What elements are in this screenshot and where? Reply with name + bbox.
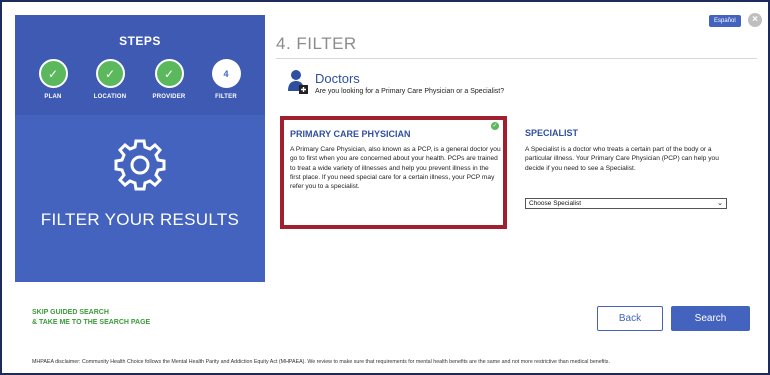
step-provider-circle: ✓ [154, 59, 184, 88]
doctors-subtitle: Are you looking for a Primary Care Physi… [315, 88, 505, 95]
back-button[interactable]: Back [597, 306, 663, 331]
disclaimer-text: MHPAEA disclaimer: Community Health Choi… [32, 359, 610, 365]
specialist-title[interactable]: SPECIALIST [525, 128, 578, 138]
step-location[interactable]: ✓ LOCATION [80, 59, 140, 100]
close-icon[interactable]: × [748, 13, 762, 27]
step-location-circle: ✓ [95, 59, 125, 88]
header-divider [276, 58, 757, 59]
step-provider-label: PROVIDER [152, 94, 186, 100]
step-filter-label: FILTER [215, 94, 237, 100]
gear-icon [110, 135, 170, 195]
selected-check-icon: ✓ [491, 122, 499, 130]
language-toggle-button[interactable]: Español [709, 15, 741, 27]
specialist-description: A Specialist is a doctor who treats a ce… [525, 146, 719, 172]
skip-line-1: SKIP GUIDED SEARCH [32, 309, 109, 316]
chevron-down-icon: ⌄ [717, 200, 723, 207]
doctor-icon [287, 69, 309, 95]
skip-line-2: & TAKE ME TO THE SEARCH PAGE [32, 319, 151, 326]
pcp-description: A Primary Care Physician, also known as … [290, 146, 501, 191]
check-icon: ✓ [104, 66, 116, 81]
panel-caption: FILTER YOUR RESULTS [40, 210, 240, 229]
specialist-select[interactable]: Choose Specialist ⌄ [525, 198, 727, 209]
step-filter-circle: 4 [211, 59, 241, 88]
pcp-title: PRIMARY CARE PHYSICIAN [290, 129, 411, 139]
step-filter[interactable]: 4 FILTER [196, 59, 256, 100]
steps-title: STEPS [119, 34, 161, 48]
check-icon: ✓ [47, 66, 59, 81]
steps-panel: STEPS ✓ PLAN ✓ LOCATION ✓ PROVIDER 4 FIL… [15, 15, 265, 282]
check-icon: ✓ [163, 66, 175, 81]
pcp-option-card[interactable]: ✓ PRIMARY CARE PHYSICIAN A Primary Care … [280, 116, 507, 229]
app-frame: STEPS ✓ PLAN ✓ LOCATION ✓ PROVIDER 4 FIL… [0, 0, 770, 375]
skip-guided-search-link[interactable]: SKIP GUIDED SEARCH & TAKE ME TO THE SEAR… [32, 308, 150, 328]
page-title: 4. FILTER [276, 34, 357, 53]
specialist-select-value: Choose Specialist [529, 200, 582, 207]
step-plan[interactable]: ✓ PLAN [23, 59, 83, 100]
step-provider[interactable]: ✓ PROVIDER [139, 59, 199, 100]
step-filter-number: 4 [223, 68, 229, 79]
step-plan-circle: ✓ [38, 59, 68, 88]
doctors-title: Doctors [315, 71, 360, 86]
step-location-label: LOCATION [93, 94, 127, 100]
step-plan-label: PLAN [44, 94, 62, 100]
search-button[interactable]: Search [671, 306, 750, 331]
